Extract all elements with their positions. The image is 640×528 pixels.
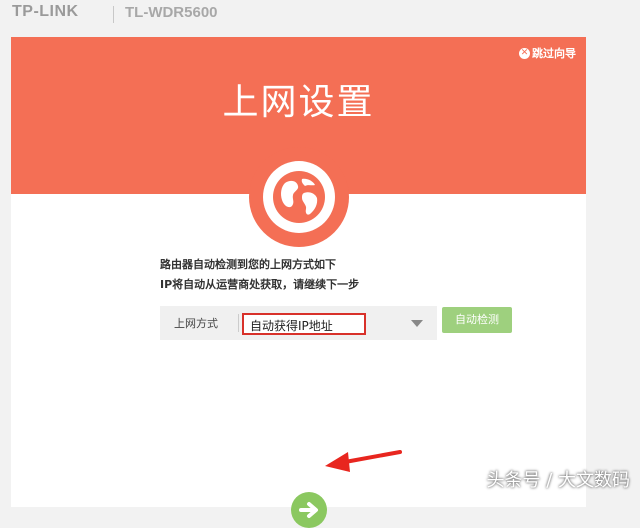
info-line-1: 路由器自动检测到您的上网方式如下 (160, 258, 336, 271)
auto-detect-button[interactable]: 自动检测 (442, 307, 512, 333)
connection-type-value: 自动获得IP地址 (250, 319, 333, 333)
page-title: 上网设置 (222, 82, 375, 123)
header-divider (113, 6, 114, 23)
top-bar: TP-LINK TL-WDR5600 (0, 0, 640, 30)
arrow-right-icon (299, 502, 318, 518)
setup-card: ✕ 跳过向导 上网设置 路由器自动检测到您的上网方式如下 IP将自动从运营商处获… (11, 37, 586, 528)
skip-wizard-label: 跳过向导 (532, 47, 576, 60)
close-icon: ✕ (519, 47, 530, 59)
model-name: TL-WDR5600 (125, 4, 218, 21)
connection-type-field: 上网方式 自动获得IP地址 (160, 306, 437, 340)
connection-type-label: 上网方式 (174, 317, 218, 330)
globe-badge (249, 147, 349, 247)
info-line-2: IP将自动从运营商处获取，请继续下一步 (160, 278, 360, 291)
chevron-down-icon[interactable] (411, 320, 423, 327)
globe-icon (273, 171, 325, 223)
watermark: 头条号 / 大文数码 (486, 470, 630, 491)
connection-type-select[interactable]: 自动获得IP地址 (242, 313, 366, 335)
next-button[interactable] (291, 492, 327, 528)
brand-logo: TP-LINK (12, 3, 79, 20)
detection-info: 路由器自动检测到您的上网方式如下 IP将自动从运营商处获取，请继续下一步 (160, 255, 359, 295)
skip-wizard-button[interactable]: ✕ 跳过向导 (519, 45, 576, 61)
